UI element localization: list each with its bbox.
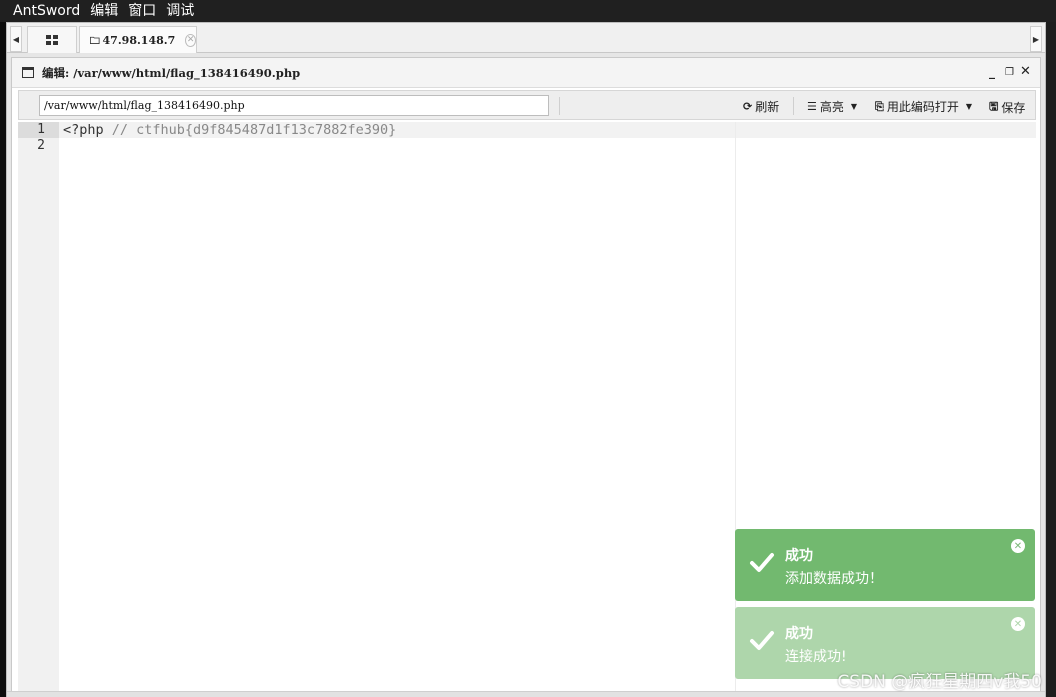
line-number: 1 bbox=[18, 122, 59, 138]
toast-message: 添加数据成功！ bbox=[785, 571, 883, 587]
caret-down-icon: ▼ bbox=[965, 102, 972, 111]
line-number: 2 bbox=[37, 138, 45, 153]
check-icon bbox=[750, 631, 774, 650]
menu-antsword[interactable]: AntSword bbox=[8, 0, 85, 22]
toolbar-divider bbox=[559, 97, 560, 115]
toast-title: 成功 bbox=[785, 548, 813, 564]
tab-host[interactable]: 47.98.148.7 ✕ bbox=[79, 26, 197, 53]
menu-debug[interactable]: 调试 bbox=[161, 0, 199, 22]
encoding-icon: ⎘ bbox=[875, 99, 884, 113]
refresh-button[interactable]: ⟳ 刷新 bbox=[743, 98, 779, 115]
toast-message: 连接成功! bbox=[785, 649, 847, 665]
window-icon bbox=[22, 67, 34, 78]
tab-scroll-right-button[interactable]: ▶ bbox=[1030, 26, 1042, 52]
open-with-encoding-label: 用此编码打开 bbox=[886, 100, 959, 114]
toolbar-divider bbox=[793, 97, 794, 115]
save-icon: 🖫 bbox=[989, 100, 999, 113]
code-line[interactable]: <?php // ctfhub{d9f845487d1f13c7882fe390… bbox=[63, 122, 396, 138]
file-path-input[interactable]: /var/www/html/flag_138416490.php bbox=[39, 95, 549, 116]
tab-home[interactable] bbox=[27, 26, 77, 53]
check-icon bbox=[750, 553, 774, 572]
highlight-label: 高亮 bbox=[819, 100, 844, 114]
restore-icon[interactable]: ❐ bbox=[1005, 67, 1014, 78]
save-button[interactable]: 🖫 保存 bbox=[989, 98, 1025, 117]
grid-icon bbox=[46, 35, 58, 45]
line-gutter bbox=[18, 122, 59, 692]
editor-window-header: 编辑: /var/www/html/flag_138416490.php _ ❐… bbox=[12, 58, 1040, 88]
open-with-encoding-dropdown[interactable]: ⎘ 用此编码打开 ▼ bbox=[875, 98, 972, 115]
editor-toolbar: /var/www/html/flag_138416490.php ⟳ 刷新 ☰ … bbox=[18, 90, 1036, 120]
save-label: 保存 bbox=[1001, 101, 1026, 115]
tab-bar: ◀ 47.98.148.7 ✕ ▶ bbox=[7, 23, 1045, 53]
refresh-icon: ⟳ bbox=[743, 100, 753, 113]
close-icon[interactable]: ✕ bbox=[1020, 64, 1031, 79]
toast-title: 成功 bbox=[785, 626, 813, 642]
php-open-tag: <?php bbox=[63, 122, 104, 138]
list-icon: ☰ bbox=[807, 100, 817, 113]
toast-success: 成功 添加数据成功！ ✕ bbox=[735, 529, 1035, 601]
menu-window[interactable]: 窗口 bbox=[123, 0, 161, 22]
editor-title: 编辑: /var/www/html/flag_138416490.php bbox=[42, 65, 301, 80]
caret-down-icon: ▼ bbox=[850, 102, 858, 111]
watermark: CSDN @疯狂星期四v我50 bbox=[837, 672, 1042, 692]
menubar: AntSword 编辑 窗口 调试 bbox=[0, 0, 1056, 22]
toast-close-icon[interactable]: ✕ bbox=[1011, 539, 1025, 553]
tab-host-label: 47.98.148.7 bbox=[102, 33, 176, 47]
menu-edit[interactable]: 编辑 bbox=[85, 0, 123, 22]
highlight-dropdown[interactable]: ☰ 高亮 ▼ bbox=[807, 98, 857, 115]
minimize-icon[interactable]: _ bbox=[989, 65, 995, 79]
tab-scroll-left-button[interactable]: ◀ bbox=[10, 26, 22, 52]
tab-close-icon[interactable]: ✕ bbox=[185, 33, 196, 47]
refresh-label: 刷新 bbox=[755, 100, 780, 114]
toast-close-icon[interactable]: ✕ bbox=[1011, 617, 1025, 631]
code-comment: // ctfhub{d9f845487d1f13c7882fe390} bbox=[103, 122, 397, 138]
folder-icon bbox=[90, 36, 100, 44]
